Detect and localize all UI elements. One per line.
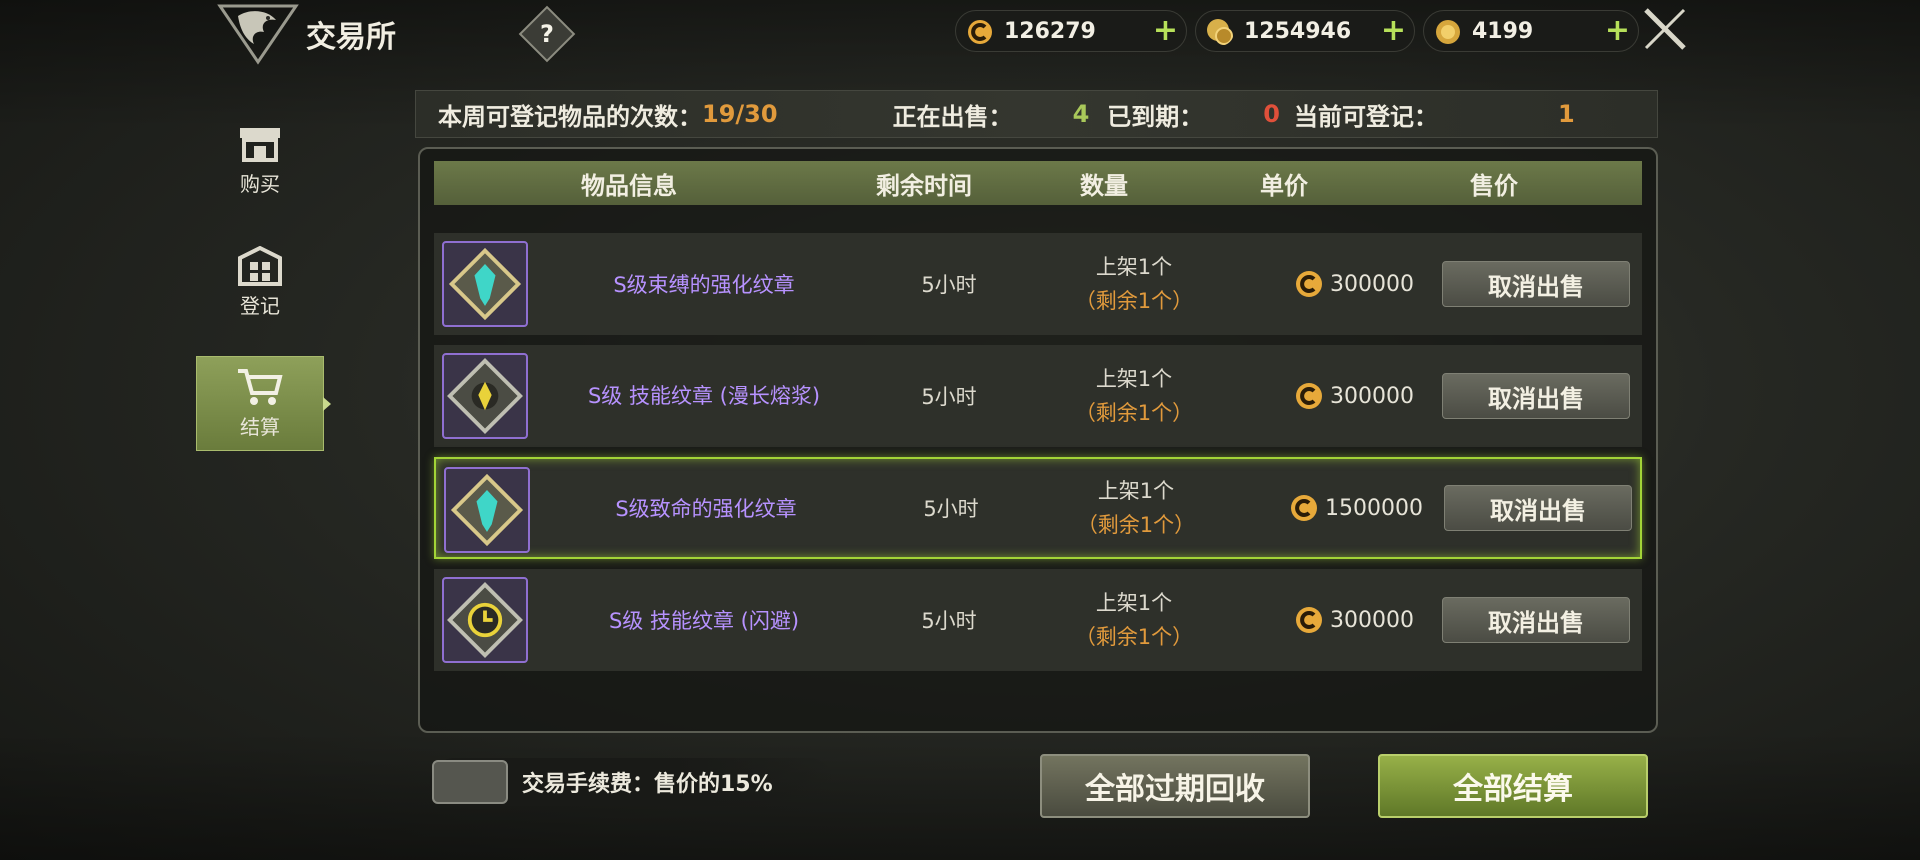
header-unit-price: 单价	[1260, 171, 1308, 200]
fee-text: 交易手续费：售价的15%	[522, 772, 773, 797]
fee-ticket-icon	[432, 760, 508, 804]
sidebar-item-label: 登记	[240, 294, 280, 318]
remaining-count: （剩余1个）	[1074, 401, 1194, 425]
sidebar-item-label: 购买	[240, 172, 280, 196]
item-name: S级 技能纹章 (闪避)	[608, 609, 800, 633]
gold-coin-c-icon	[1296, 607, 1322, 633]
recycle-all-expired-button[interactable]: 全部过期回收	[1040, 754, 1310, 818]
quantity: 上架1个 （剩余1个）	[1034, 362, 1234, 430]
emblem-item-icon	[442, 241, 528, 327]
listed-count: 上架1个	[1095, 367, 1173, 391]
available-label: 当前可登记：	[1293, 102, 1438, 131]
gold-coin-icon	[1436, 20, 1460, 44]
cancel-sale-button[interactable]: 取消出售	[1442, 373, 1630, 419]
sidebar-item-register[interactable]: 登记	[196, 235, 324, 330]
quantity: 上架1个 （剩余1个）	[1036, 474, 1236, 542]
remaining-time: 5小时	[921, 273, 977, 297]
remaining-time: 5小时	[921, 609, 977, 633]
sidebar-item-label: 结算	[240, 415, 280, 439]
header-remaining-time: 剩余时间	[876, 171, 972, 200]
price-value: 300000	[1330, 383, 1414, 409]
expired-label: 已到期：	[1107, 102, 1204, 131]
header-sale-price: 售价	[1470, 171, 1518, 200]
table-row[interactable]: S级 技能纹章 (漫长熔浆) 5小时 上架1个 （剩余1个） 300000 取消…	[434, 345, 1642, 447]
currency-bar: 126279 + 1254946 + 4199 +	[955, 10, 1639, 52]
fee-info: 交易手续费：售价的15%	[430, 758, 834, 806]
skill-emblem-item-icon	[442, 577, 528, 663]
add-currency-button[interactable]: +	[1605, 16, 1630, 46]
selling-value: 4	[1072, 100, 1090, 128]
currency-c-coin: 126279 +	[955, 10, 1187, 52]
item-name: S级 技能纹章 (漫长熔浆)	[587, 384, 821, 408]
remaining-count: （剩余1个）	[1076, 513, 1196, 537]
table-row-selected[interactable]: S级致命的强化纹章 5小时 上架1个 （剩余1个） 1500000 取消出售	[434, 457, 1642, 559]
gold-coin-c-icon	[968, 20, 992, 44]
unit-price: 300000	[1254, 269, 1454, 299]
remaining-count: （剩余1个）	[1074, 289, 1194, 313]
settle-all-button[interactable]: 全部结算	[1378, 754, 1648, 818]
gold-coin-c-icon	[1291, 495, 1317, 521]
price-value: 1500000	[1325, 495, 1423, 521]
add-currency-button[interactable]: +	[1153, 16, 1178, 46]
coin-stack-icon	[1207, 19, 1233, 45]
weekly-value: 19/30	[702, 100, 778, 128]
page-title: 交易所	[306, 20, 396, 55]
gold-coin-c-icon	[1296, 383, 1322, 409]
cancel-sale-button[interactable]: 取消出售	[1444, 485, 1632, 531]
header-item-info: 物品信息	[581, 171, 677, 200]
unit-price: 300000	[1254, 605, 1454, 635]
cancel-sale-button[interactable]: 取消出售	[1442, 261, 1630, 307]
listed-count: 上架1个	[1097, 479, 1175, 503]
unit-price: 300000	[1254, 381, 1454, 411]
item-name: S级致命的强化纹章	[615, 497, 797, 521]
available-value: 1	[1557, 100, 1575, 128]
quantity: 上架1个 （剩余1个）	[1034, 586, 1234, 654]
remaining-count: （剩余1个）	[1074, 625, 1194, 649]
sidebar-item-settle[interactable]: 结算	[196, 356, 331, 451]
currency-value: 126279	[1004, 18, 1096, 44]
shop-icon	[240, 128, 280, 162]
unit-price: 1500000	[1256, 493, 1456, 523]
skill-emblem-item-icon	[442, 353, 528, 439]
cart-icon	[238, 369, 283, 405]
table-row[interactable]: S级 技能纹章 (闪避) 5小时 上架1个 （剩余1个） 300000 取消出售	[434, 569, 1642, 671]
help-icon: ?	[540, 20, 554, 48]
currency-value: 4199	[1472, 18, 1534, 44]
stats-bar: 本周可登记物品的次数： 19/30 正在出售： 4 已到期： 0 当前可登记： …	[415, 90, 1658, 138]
table-header: 物品信息 剩余时间 数量 单价 售价	[434, 161, 1642, 205]
table-row[interactable]: S级束缚的强化纹章 5小时 上架1个 （剩余1个） 300000 取消出售	[434, 233, 1642, 335]
selling-label: 正在出售：	[892, 102, 1013, 131]
price-value: 300000	[1330, 271, 1414, 297]
listing-panel: 物品信息 剩余时间 数量 单价 售价 S级束缚的强化纹章 5小时 上架1个 （剩…	[418, 147, 1658, 733]
expired-value: 0	[1263, 100, 1280, 128]
close-icon[interactable]	[1642, 6, 1688, 52]
remaining-time: 5小时	[923, 497, 979, 521]
weekly-label: 本周可登记物品的次数：	[438, 102, 702, 131]
emblem-item-icon	[444, 467, 530, 553]
price-value: 300000	[1330, 607, 1414, 633]
listed-count: 上架1个	[1095, 255, 1173, 279]
listed-count: 上架1个	[1095, 591, 1173, 615]
currency-coin-stack: 1254946 +	[1195, 10, 1415, 52]
cancel-sale-button[interactable]: 取消出售	[1442, 597, 1630, 643]
quantity: 上架1个 （剩余1个）	[1034, 250, 1234, 318]
header: 交易所	[216, 2, 396, 66]
currency-gold-coin: 4199 +	[1423, 10, 1639, 52]
item-name: S级束缚的强化纹章	[613, 273, 795, 297]
currency-value: 1254946	[1244, 18, 1352, 44]
gold-coin-c-icon	[1296, 271, 1322, 297]
dragon-emblem-icon	[217, 4, 299, 65]
register-icon	[238, 246, 282, 286]
add-currency-button[interactable]: +	[1381, 16, 1406, 46]
remaining-time: 5小时	[921, 385, 977, 409]
header-quantity: 数量	[1080, 171, 1128, 200]
sidebar-item-buy[interactable]: 购买	[196, 113, 324, 208]
